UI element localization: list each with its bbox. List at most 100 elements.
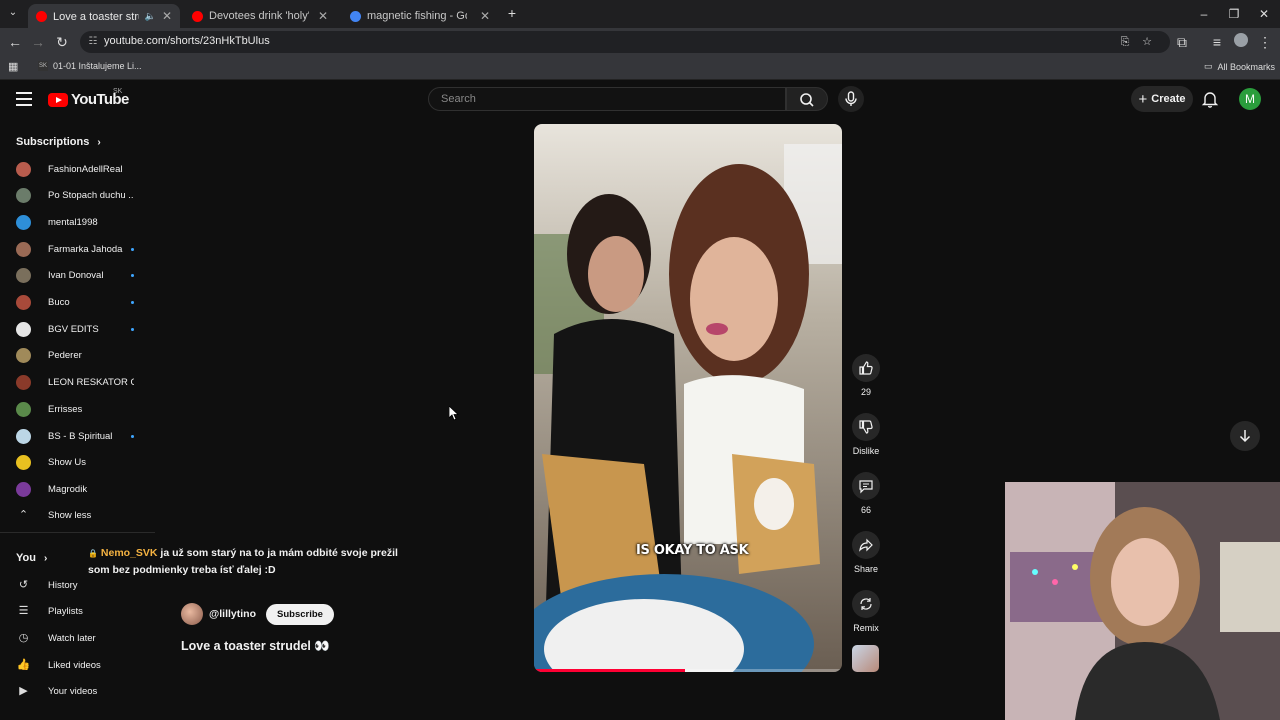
new-content-dot [131,274,134,278]
channel-row: @lillytino Subscribe [181,603,334,625]
forward-icon[interactable]: → [29,33,47,51]
browser-menu-icon[interactable]: ⋮ [1256,33,1274,51]
like-count: 29 [860,387,871,397]
sidebar-item-label: Your videos [48,686,98,698]
create-button[interactable]: + Create [1131,86,1193,112]
close-window-icon[interactable]: ✕ [1254,5,1274,23]
site-info-icon[interactable]: ☷ [87,36,99,48]
sidebar-item-label: History [48,579,78,591]
tab-audio-icon[interactable]: 🔈 [145,11,156,22]
subscribe-button[interactable]: Subscribe [266,603,334,625]
sidebar-subscription-item[interactable]: mental1998 [16,212,146,232]
tab-search-icon[interactable]: ⌄ [4,4,22,22]
tab-title: Love a toaster strudel 👀 - [53,10,139,23]
sidebar-subscription-item[interactable]: Buco [16,293,146,313]
bookmark-item[interactable]: SK 01-01 Inštalujeme Li... [38,61,142,71]
menu-icon[interactable] [16,92,32,106]
show-less-button[interactable]: ⌃ Show less [16,505,146,525]
youtube-play-icon [48,92,68,107]
sidebar-subscription-item[interactable]: Magrodik [16,479,146,499]
subscription-label: Po Stopach duchu ... [48,190,134,202]
reload-icon[interactable]: ↻ [53,33,71,51]
sidebar-subscription-item[interactable]: BGV EDITS [16,319,146,339]
tab-favicon-icon [350,10,361,22]
subscription-label: Pederer [48,350,82,362]
country-code: SK [113,88,123,95]
search-placeholder: Search [441,93,476,105]
sidebar-divider [0,532,155,533]
subscription-label: mental1998 [48,216,98,228]
sidebar-subscription-item[interactable]: Pederer [16,346,146,366]
sidebar-subscription-item[interactable]: FashionAdellReal [16,159,146,179]
dislike-button[interactable]: Dislike [851,413,881,456]
like-button[interactable]: 29 [851,354,881,397]
tab-close-icon[interactable]: ✕ [162,9,172,23]
you-title: You [16,552,36,564]
remix-button[interactable]: Remix [851,590,881,633]
share-label: Share [853,564,879,574]
subscription-label: Magrodik [48,483,88,495]
you-header[interactable]: You › [16,552,47,564]
search-input[interactable]: Search [428,87,786,111]
new-content-dot [131,247,134,251]
sidebar-subscription-item[interactable]: Ivan Donoval [16,266,146,286]
tab-close-icon[interactable]: ✕ [318,9,328,23]
tab-close-icon[interactable]: ✕ [480,9,490,23]
liked-videos-icon: 👍 [16,658,31,671]
comments-button[interactable]: 66 [851,472,881,515]
apps-icon[interactable]: ▦ [8,60,18,73]
chat-message: 🔒 Nemo_SVK ja už som starý na to ja mám … [88,545,408,579]
next-short-button[interactable] [1230,421,1260,451]
minimize-icon[interactable]: – [1194,5,1214,23]
sound-thumbnail[interactable] [852,645,879,672]
search-button[interactable] [786,87,828,111]
tab-title: magnetic fishing - Google Sear [367,10,467,22]
chevron-right-icon: › [43,552,48,564]
subscriptions-header[interactable]: Subscriptions › [16,136,101,148]
sidebar-subscription-item[interactable]: Errisses [16,399,146,419]
sidebar-subscription-item[interactable]: LEON RESKATOR O... [16,373,146,393]
history-icon: ↺ [18,578,29,591]
tab-title: Devotees drink 'holy' AC water [209,10,309,22]
sidebar-item-playlists[interactable]: ☰ Playlists [16,602,146,622]
short-title[interactable]: Love a toaster strudel 👀 [181,639,330,654]
url-text: youtube.com/shorts/23nHkTbUlus [104,35,270,47]
account-avatar[interactable]: M [1239,88,1261,110]
sidebar-subscription-item[interactable]: BS - B Spiritual [16,426,146,446]
new-tab-icon[interactable]: + [503,4,521,22]
sidebar-item-watch-later[interactable]: ◷ Watch later [16,628,146,648]
dislike-label: Dislike [852,446,880,456]
channel-name[interactable]: @lillytino [209,608,256,620]
bookmark-label: 01-01 Inštalujeme Li... [53,61,142,71]
profile-icon[interactable] [1232,33,1250,51]
subscription-label: Errisses [48,403,83,415]
subscription-label: Ivan Donoval [48,270,104,282]
sidebar-item-liked-videos[interactable]: 👍 Liked videos [16,655,146,675]
chevron-right-icon: › [97,136,101,148]
video-progress-bar[interactable] [534,669,842,672]
channel-avatar[interactable] [181,603,203,625]
all-bookmarks-button[interactable]: ▭ All Bookmarks [1204,61,1275,72]
tab-favicon-icon [192,10,203,22]
voice-search-button[interactable] [838,86,864,112]
youtube-logo[interactable]: YouTube SK [48,88,129,108]
extensions-icon[interactable]: ⧉ [1173,33,1191,51]
media-controls-icon[interactable]: ≡ [1208,33,1226,51]
install-app-icon[interactable]: ⎘ [1118,35,1132,49]
share-button[interactable]: Share [851,531,881,574]
bookmark-star-icon[interactable]: ☆ [1140,35,1154,49]
sidebar-subscription-item[interactable]: Show Us [16,453,146,473]
back-icon[interactable]: ← [6,33,24,51]
short-video[interactable]: IS OKAY TO ASK [534,124,842,672]
restore-icon[interactable]: ❐ [1224,5,1244,23]
browser-tab[interactable]: Devotees drink 'holy' AC water ✕ [184,4,336,28]
sidebar-subscription-item[interactable]: Po Stopach duchu ... [16,186,146,206]
sidebar-subscription-item[interactable]: Farmarka Jahoda [16,239,146,259]
address-bar[interactable]: ☷ youtube.com/shorts/23nHkTbUlus ⎘ ☆ [80,31,1170,53]
folder-icon: ▭ [1204,61,1213,71]
browser-tab[interactable]: Love a toaster strudel 👀 - 🔈 ✕ [28,4,180,28]
sidebar-item-your-videos[interactable]: ▶ Your videos [16,682,146,702]
new-content-dot [131,301,134,304]
notifications-button[interactable] [1200,89,1220,109]
browser-tab[interactable]: magnetic fishing - Google Sear ✕ [342,4,498,28]
